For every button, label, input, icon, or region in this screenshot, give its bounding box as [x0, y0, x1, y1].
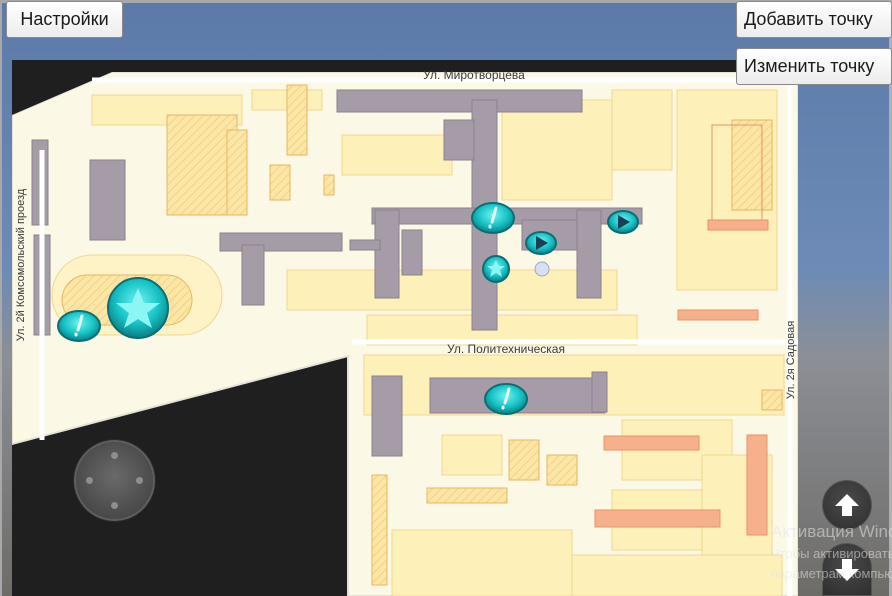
arrow-up-icon [835, 494, 859, 516]
street-label-komsomolsky: Ул. 2й Комсомольский проезд [15, 188, 27, 341]
marker-main-arrow-1[interactable] [525, 231, 557, 255]
joystick-dot-bottom [111, 502, 118, 509]
watermark-line-2: параметрам компьютера. [771, 566, 892, 581]
joystick-icon[interactable] [74, 440, 155, 521]
settings-button[interactable]: Настройки [6, 1, 123, 38]
joystick-dot-top [111, 452, 118, 459]
watermark-title: Активация Windows [771, 522, 892, 541]
watermark-line-1: Чтобы активировать Windows, перейдите к [771, 546, 892, 561]
window-frame-left [0, 0, 2, 596]
marker-stadium-star[interactable] [107, 277, 169, 339]
marker-main-info[interactable] [471, 202, 515, 234]
marker-stadium-info[interactable] [57, 310, 101, 342]
add-point-button[interactable]: Добавить точку [736, 1, 892, 38]
street-label-sadovaya: Ул. 2я Садовая [785, 321, 797, 399]
street-label-mirotvortseva: Ул. Миротворцева [423, 68, 525, 82]
street-label-politekhnicheskaya: Ул. Политехническая [447, 342, 565, 356]
marker-south-info[interactable] [484, 383, 528, 415]
edit-point-button[interactable]: Изменить точку [736, 48, 892, 85]
marker-main-arrow-2[interactable] [607, 210, 639, 234]
windows-activation-watermark: Активация Windows Чтобы активировать Win… [771, 520, 892, 584]
joystick-dot-left [86, 477, 93, 484]
joystick-dot-right [136, 477, 143, 484]
